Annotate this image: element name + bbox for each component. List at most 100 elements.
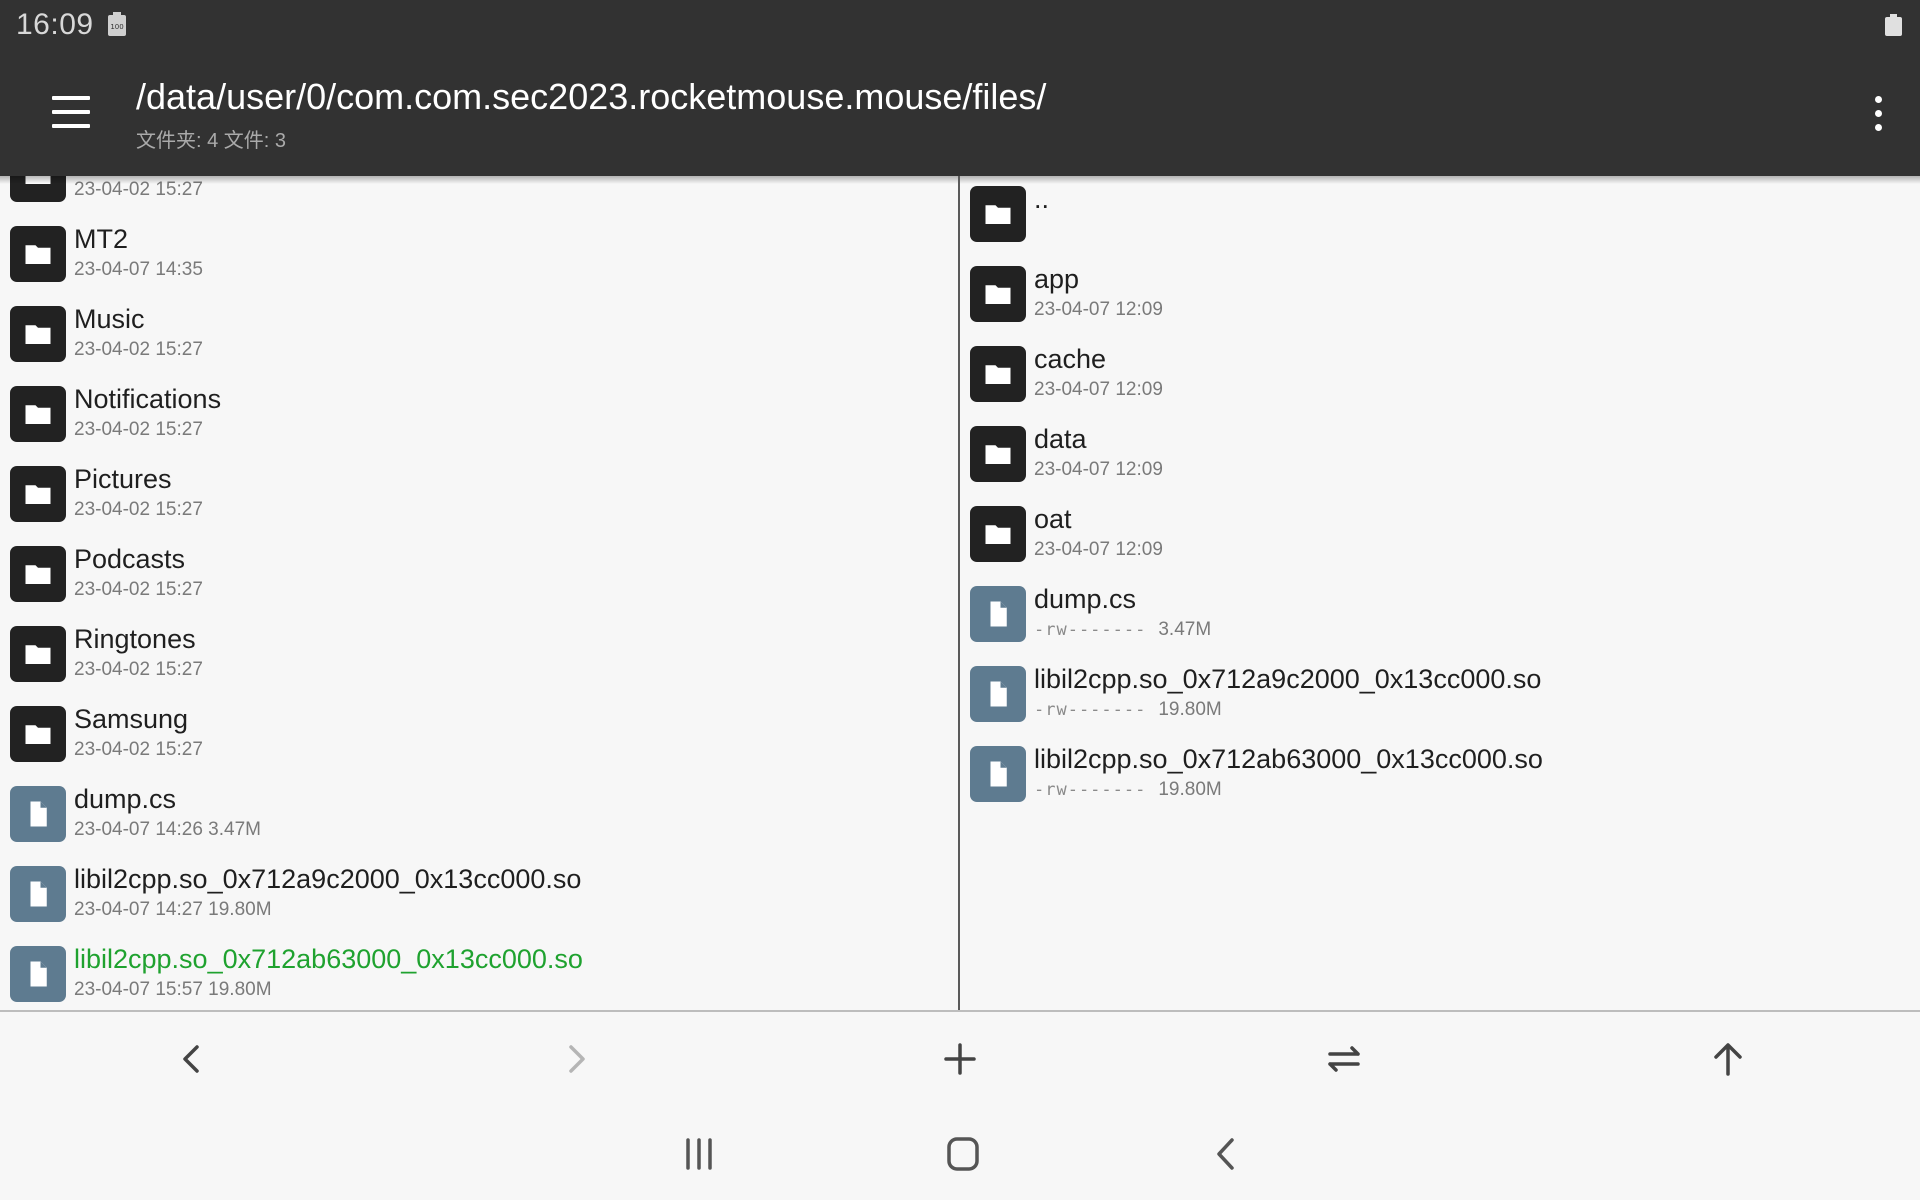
list-item-partial[interactable]: 23-04-02 15:27 bbox=[0, 176, 958, 216]
item-meta: 23-04-07 12:09 bbox=[1034, 539, 1163, 560]
item-size: 3.47M bbox=[1158, 619, 1212, 640]
chevron-right-icon bbox=[569, 1045, 585, 1073]
battery-saver-icon: 100 bbox=[108, 12, 126, 36]
item-meta: 23-04-02 15:27 bbox=[74, 739, 203, 760]
recents-icon bbox=[686, 1138, 712, 1170]
home-button[interactable] bbox=[935, 1126, 991, 1182]
folder-item[interactable]: Pictures 23-04-02 15:27 bbox=[0, 456, 958, 536]
item-name: Music bbox=[74, 304, 145, 334]
item-name: dump.cs bbox=[1034, 584, 1137, 614]
item-meta: 23-04-02 15:27 bbox=[74, 339, 203, 360]
item-name: libil2cpp.so_0x712a9c2000_0x13cc000.so bbox=[1034, 664, 1542, 694]
system-back-button[interactable] bbox=[1199, 1126, 1255, 1182]
item-name: Ringtones bbox=[74, 624, 196, 654]
recents-button[interactable] bbox=[671, 1126, 727, 1182]
right-file-pane[interactable]: .. app 23-04-07 12:09 cache 23-04-07 12:09 d… bbox=[960, 176, 1920, 1010]
file-icon bbox=[970, 666, 1026, 722]
file-item[interactable]: libil2cpp.so_0x712a9c2000_0x13cc000.so 23… bbox=[0, 856, 958, 936]
folder-file-count: 文件夹: 4 文件: 3 bbox=[136, 130, 287, 152]
item-meta: -rw------- 19.80M bbox=[1034, 699, 1222, 721]
item-size: 19.80M bbox=[1158, 779, 1222, 800]
folder-item[interactable]: Music 23-04-02 15:27 bbox=[0, 296, 958, 376]
file-icon bbox=[10, 786, 66, 842]
folder-icon bbox=[970, 506, 1026, 562]
folder-item[interactable]: oat 23-04-07 12:09 bbox=[960, 496, 1920, 576]
folder-icon bbox=[970, 186, 1026, 242]
folder-item[interactable]: MT2 23-04-07 14:35 bbox=[0, 216, 958, 296]
file-item[interactable]: libil2cpp.so_0x712a9c2000_0x13cc000.so -r… bbox=[960, 656, 1920, 736]
file-icon bbox=[10, 866, 66, 922]
folder-icon bbox=[10, 626, 66, 682]
back-button[interactable] bbox=[167, 1034, 217, 1084]
folder-icon bbox=[10, 306, 66, 362]
folder-icon bbox=[10, 386, 66, 442]
item-name: cache bbox=[1034, 344, 1107, 374]
plus-icon bbox=[944, 1043, 976, 1075]
item-name: dump.cs bbox=[74, 784, 177, 814]
file-item[interactable]: dump.cs 23-04-07 14:26 3.47M bbox=[0, 776, 958, 856]
chevron-left-icon bbox=[183, 1045, 199, 1073]
folder-icon bbox=[10, 176, 66, 202]
item-name: app bbox=[1034, 264, 1080, 294]
forward-button[interactable] bbox=[551, 1034, 601, 1084]
add-button[interactable] bbox=[935, 1034, 985, 1084]
swap-icon bbox=[1328, 1046, 1360, 1072]
file-item[interactable]: libil2cpp.so_0x712ab63000_0x13cc000.so 23… bbox=[0, 936, 958, 1010]
folder-item[interactable]: Podcasts 23-04-02 15:27 bbox=[0, 536, 958, 616]
home-icon bbox=[947, 1137, 979, 1171]
item-name: oat bbox=[1034, 504, 1072, 534]
menu-icon-bar bbox=[52, 96, 90, 100]
app-toolbar: /data/user/0/com.com.sec2023.rocketmouse… bbox=[0, 52, 1920, 176]
folder-icon bbox=[10, 466, 66, 522]
item-meta: 23-04-02 15:27 bbox=[74, 659, 203, 680]
item-name: libil2cpp.so_0x712a9c2000_0x13cc000.so bbox=[74, 864, 582, 894]
battery-level-label: 100 bbox=[110, 23, 123, 31]
folder-item[interactable]: cache 23-04-07 12:09 bbox=[960, 336, 1920, 416]
more-options-button[interactable] bbox=[1866, 92, 1890, 136]
item-name: Podcasts bbox=[74, 544, 186, 574]
folder-item[interactable]: Samsung 23-04-02 15:27 bbox=[0, 696, 958, 776]
item-name: Pictures bbox=[74, 464, 172, 494]
status-bar: 16:09 100 bbox=[0, 0, 1920, 52]
item-meta: 23-04-07 14:26 3.47M bbox=[74, 819, 261, 840]
file-item[interactable]: dump.cs -rw------- 3.47M bbox=[960, 576, 1920, 656]
menu-icon-bar bbox=[52, 110, 90, 114]
item-size: 19.80M bbox=[1158, 699, 1222, 720]
bottom-action-bar bbox=[0, 1010, 1920, 1108]
item-name: Samsung bbox=[74, 704, 189, 734]
item-name: Notifications bbox=[74, 384, 222, 414]
folder-item[interactable]: app 23-04-07 12:09 bbox=[960, 256, 1920, 336]
up-directory-button[interactable] bbox=[1703, 1034, 1753, 1084]
item-name: MT2 bbox=[74, 224, 128, 254]
folder-icon bbox=[970, 266, 1026, 322]
folder-icon bbox=[10, 706, 66, 762]
status-time: 16:09 bbox=[16, 8, 94, 41]
folder-icon bbox=[10, 226, 66, 282]
folder-item[interactable]: Notifications 23-04-02 15:27 bbox=[0, 376, 958, 456]
item-meta: 23-04-07 15:57 19.80M bbox=[74, 979, 272, 1000]
folder-item[interactable]: Ringtones 23-04-02 15:27 bbox=[0, 616, 958, 696]
file-item[interactable]: libil2cpp.so_0x712ab63000_0x13cc000.so -r… bbox=[960, 736, 1920, 816]
item-meta: 23-04-07 12:09 bbox=[1034, 379, 1163, 400]
item-meta: -rw------- 19.80M bbox=[1034, 779, 1222, 801]
item-meta: 23-04-02 15:27 bbox=[74, 579, 203, 600]
parent-directory-item[interactable]: .. bbox=[960, 176, 1920, 256]
system-navigation-bar bbox=[0, 1106, 1920, 1200]
folder-item[interactable]: data 23-04-07 12:09 bbox=[960, 416, 1920, 496]
left-file-pane[interactable]: 23-04-02 15:27 MT2 23-04-07 14:35 Music 23-… bbox=[0, 176, 958, 1010]
item-meta: 23-04-07 14:27 19.80M bbox=[74, 899, 272, 920]
menu-button[interactable] bbox=[46, 90, 96, 134]
item-name: .. bbox=[1034, 184, 1050, 214]
item-name: libil2cpp.so_0x712ab63000_0x13cc000.so bbox=[1034, 744, 1543, 774]
swap-panes-button[interactable] bbox=[1319, 1034, 1369, 1084]
menu-icon-bar bbox=[52, 124, 90, 128]
item-meta: -rw------- 3.47M bbox=[1034, 619, 1211, 641]
item-meta: 23-04-02 15:27 bbox=[74, 419, 203, 440]
arrow-up-icon bbox=[1714, 1043, 1742, 1076]
item-meta: 23-04-07 12:09 bbox=[1034, 299, 1163, 320]
folder-icon bbox=[970, 346, 1026, 402]
more-dot-icon bbox=[1875, 110, 1882, 117]
item-permissions: -rw------- bbox=[1034, 780, 1147, 800]
item-permissions: -rw------- bbox=[1034, 620, 1147, 640]
file-icon bbox=[970, 746, 1026, 802]
